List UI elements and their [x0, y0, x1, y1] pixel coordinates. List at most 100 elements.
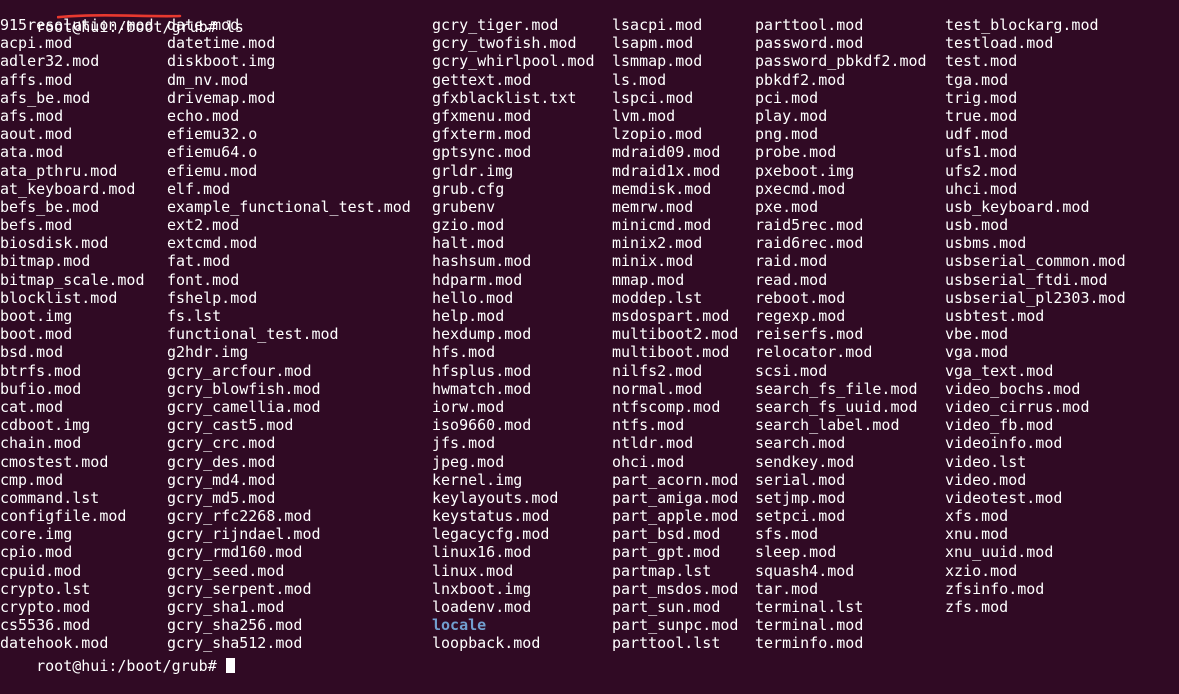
listing-entry-file: iorw.mod: [432, 397, 505, 416]
listing-entry-file: multiboot.mod: [612, 343, 730, 362]
listing-entry-file: gcry_des.mod: [167, 452, 276, 471]
listing-entry-file: terminfo.mod: [755, 634, 864, 653]
listing-entry-file: ata_pthru.mod: [0, 161, 118, 180]
listing-entry-file: memrw.mod: [612, 197, 694, 216]
listing-entry-file: keystatus.mod: [432, 507, 550, 526]
listing-entry-file: befs_be.mod: [0, 197, 100, 216]
listing-entry-file: efiemu64.o: [167, 143, 258, 162]
shell-prompt: root@hui:/boot/grub#: [36, 657, 217, 676]
listing-entry-file: cat.mod: [0, 397, 64, 416]
listing-entry-file: squash4.mod: [755, 561, 855, 580]
listing-entry-file: ntfscomp.mod: [612, 397, 721, 416]
listing-entry-file: vga.mod: [945, 343, 1009, 362]
listing-entry-file: gfxblacklist.txt: [432, 88, 577, 107]
listing-entry-file: testload.mod: [945, 34, 1054, 53]
listing-entry-file: play.mod: [755, 106, 828, 125]
listing-column-0: 915resolution.mod acpi.mod adler32.mod affs…: [0, 16, 167, 653]
listing-entry-file: terminal.lst: [755, 598, 864, 616]
listing-entry-file: pci.mod: [755, 88, 819, 107]
listing-entry-file: bufio.mod: [0, 379, 82, 398]
listing-entry-file: ufs1.mod: [945, 143, 1018, 162]
listing-entry-file: grldr.img: [432, 161, 514, 180]
listing-entry-file: functional_test.mod: [167, 325, 339, 344]
listing-entry-file: aout.mod: [0, 125, 73, 144]
listing-entry-file: search.mod: [755, 434, 846, 453]
listing-entry-file: gcry_cast5.mod: [167, 416, 294, 435]
listing-entry-file: part_sunpc.mod: [612, 616, 739, 635]
listing-entry-file: hexdump.mod: [432, 325, 532, 344]
listing-entry-file: gptsync.mod: [432, 143, 532, 162]
listing-entry-file: jpeg.mod: [432, 452, 505, 471]
listing-entry-file: example_functional_test.mod: [167, 197, 411, 216]
listing-entry-file: usbserial_common.mod: [945, 252, 1126, 271]
listing-column-2: gcry_tiger.mod gcry_twofish.mod gcry_whirl…: [432, 16, 612, 653]
listing-entry-file: msdospart.mod: [612, 307, 730, 325]
listing-entry-file: xfs.mod: [945, 507, 1009, 526]
listing-entry-file: legacycfg.mod: [432, 525, 550, 544]
listing-entry-file: partmap.lst: [612, 561, 712, 580]
listing-entry-file: xnu_uuid.mod: [945, 543, 1054, 562]
listing-entry-file: zfsinfo.mod: [945, 579, 1045, 598]
terminal-window[interactable]: root@hui:/boot/grub# ls 915resolution.mo…: [0, 0, 1179, 675]
listing-entry-file: pbkdf2.mod: [755, 70, 846, 89]
listing-entry-file: crypto.lst: [0, 579, 91, 598]
listing-entry-file: vga_text.mod: [945, 361, 1054, 380]
listing-entry-file: reiserfs.mod: [755, 325, 864, 344]
listing-entry-file: fshelp.mod: [167, 288, 258, 307]
listing-entry-file: read.mod: [755, 270, 828, 289]
listing-entry-file: hashsum.mod: [432, 252, 532, 271]
listing-entry-file: normal.mod: [612, 379, 703, 398]
listing-entry-file: password_pbkdf2.mod: [755, 52, 927, 71]
listing-entry-file: reboot.mod: [755, 288, 846, 307]
listing-entry-file: gcry_tiger.mod: [432, 16, 559, 34]
listing-entry-file: xnu.mod: [945, 525, 1009, 544]
listing-entry-file: usbserial_pl2303.mod: [945, 288, 1126, 307]
listing-entry-file: moddep.lst: [612, 288, 703, 307]
listing-entry-file: hfsplus.mod: [432, 361, 532, 380]
listing-entry-file: gcry_rmd160.mod: [167, 543, 303, 562]
listing-entry-file: video_cirrus.mod: [945, 397, 1090, 416]
listing-entry-file: efiemu32.o: [167, 125, 258, 144]
directory-listing: 915resolution.mod acpi.mod adler32.mod affs…: [0, 16, 1179, 653]
listing-entry-file: regexp.mod: [755, 307, 846, 325]
listing-entry-file: raid5rec.mod: [755, 216, 864, 235]
listing-entry-file: bsd.mod: [0, 343, 64, 362]
prompt-line-idle[interactable]: root@hui:/boot/grub#: [0, 639, 235, 694]
listing-entry-file: hwmatch.mod: [432, 379, 532, 398]
listing-entry-file: crypto.mod: [0, 598, 91, 616]
listing-entry-file: dm_nv.mod: [167, 70, 249, 89]
listing-entry-file: test_blockarg.mod: [945, 16, 1099, 34]
listing-entry-file: part_acorn.mod: [612, 470, 739, 489]
listing-entry-file: gfxterm.mod: [432, 125, 532, 144]
listing-entry-file: setjmp.mod: [755, 488, 846, 507]
listing-entry-file: videotest.mod: [945, 488, 1063, 507]
listing-entry-file: pxecmd.mod: [755, 179, 846, 198]
listing-entry-file: part_bsd.mod: [612, 525, 721, 544]
listing-entry-file: fs.lst: [167, 307, 222, 325]
listing-entry-file: bitmap_scale.mod: [0, 270, 145, 289]
listing-entry-file: pxe.mod: [755, 197, 819, 216]
listing-entry-file: grubenv: [432, 197, 496, 216]
listing-entry-file: tar.mod: [755, 579, 819, 598]
listing-entry-file: parttool.lst: [612, 634, 721, 653]
listing-entry-file: hdparm.mod: [432, 270, 523, 289]
listing-entry-file: memdisk.mod: [612, 179, 712, 198]
listing-entry-file: gcry_sha1.mod: [167, 598, 285, 616]
listing-entry-file: gcry_camellia.mod: [167, 397, 321, 416]
listing-entry-file: search_fs_file.mod: [755, 379, 918, 398]
listing-entry-file: pxeboot.img: [755, 161, 855, 180]
listing-entry-file: video.lst: [945, 452, 1027, 471]
listing-entry-file: terminal.mod: [755, 616, 864, 635]
listing-entry-file: usbtest.mod: [945, 307, 1045, 325]
listing-entry-file: sendkey.mod: [755, 452, 855, 471]
listing-entry-file: linux.mod: [432, 561, 514, 580]
listing-entry-file: lvm.mod: [612, 106, 676, 125]
listing-entry-file: gcry_whirlpool.mod: [432, 52, 595, 71]
listing-entry-file: usbserial_ftdi.mod: [945, 270, 1108, 289]
listing-entry-file: g2hdr.img: [167, 343, 249, 362]
listing-entry-file: true.mod: [945, 106, 1018, 125]
listing-entry-file: cpio.mod: [0, 543, 73, 562]
listing-entry-file: loopback.mod: [432, 634, 541, 653]
listing-entry-file: xzio.mod: [945, 561, 1018, 580]
listing-entry-file: gcry_blowfish.mod: [167, 379, 321, 398]
